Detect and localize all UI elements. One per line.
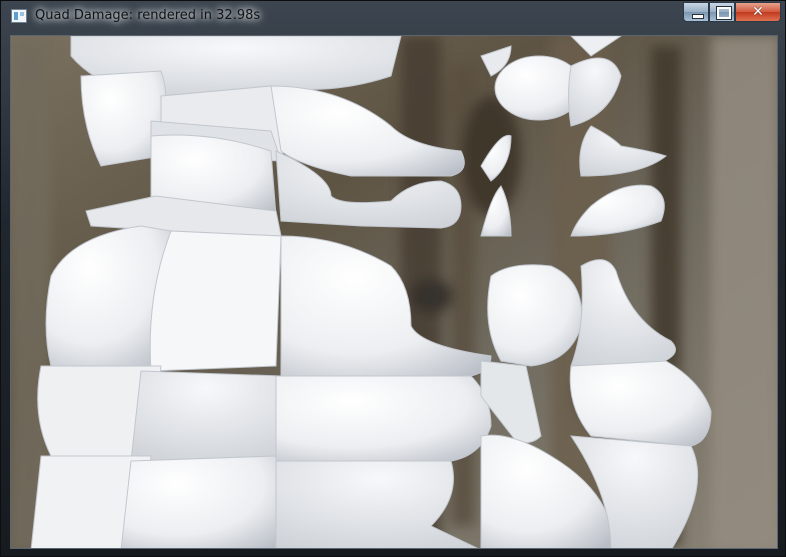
app-window: Quad Damage: rendered in 32.98s ✕ [0, 0, 786, 557]
minimize-icon [692, 14, 704, 19]
window-controls: ✕ [683, 2, 781, 24]
minimize-button[interactable] [683, 2, 709, 22]
rendered-scene [11, 36, 777, 548]
close-button[interactable]: ✕ [735, 2, 781, 22]
maximize-button[interactable] [709, 2, 735, 22]
close-icon: ✕ [752, 4, 764, 20]
render-viewport[interactable] [10, 35, 778, 549]
title-bar[interactable]: Quad Damage: rendered in 32.98s ✕ [1, 1, 786, 35]
app-icon[interactable] [11, 9, 27, 23]
window-title: Quad Damage: rendered in 32.98s [35, 8, 261, 23]
maximize-icon [716, 6, 732, 20]
